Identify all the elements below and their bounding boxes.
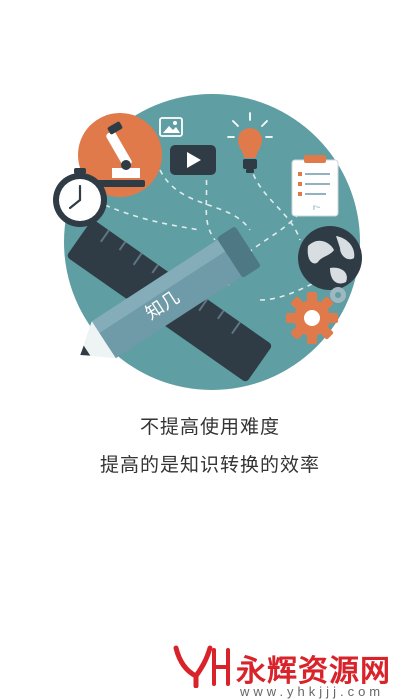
video-play-icon [170,145,216,175]
watermark: 永辉资源网 www.yhkjjj.com [170,640,410,700]
watermark-url: www.yhkjjj.com [240,684,385,699]
clipboard-mark: r~ [313,203,321,212]
tagline-secondary: 提高的是知识转换的效率 [99,455,320,476]
watermark-logo-icon [173,645,230,688]
small-gear-icon [330,287,346,303]
gear-icon [286,292,338,344]
onboarding-screen: r~ 知几 不提高使用难度 提高的是知识转换的效率 永辉资源网 www.yhkj… [0,0,420,700]
checklist-clipboard-icon: r~ [291,155,339,217]
onboarding-illustration: r~ 知几 [53,94,362,390]
globe-icon [298,226,362,290]
tagline-primary: 不提高使用难度 [139,417,280,438]
